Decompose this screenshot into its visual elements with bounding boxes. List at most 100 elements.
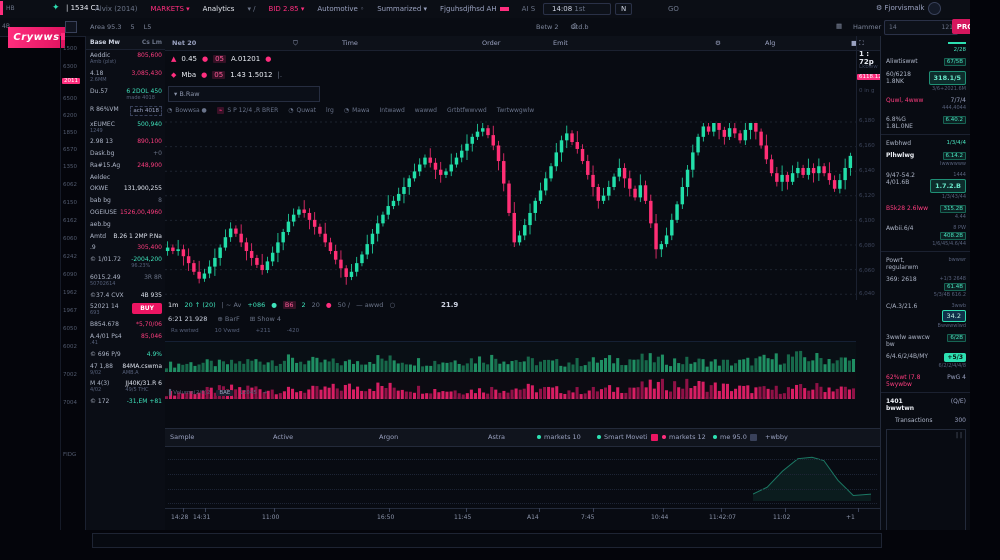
sidebar-row[interactable]: B5k28 2.6lww315.2B4.44 (881, 202, 971, 222)
indicator-tab-1[interactable]: 10 Vwwd (215, 328, 240, 334)
sidebar-row[interactable]: Transactions300 (881, 414, 971, 426)
toolbar2-left-0[interactable]: Area 95.3 (90, 23, 122, 31)
brand-logo[interactable]: Crywws (8, 27, 65, 48)
watchlist-row[interactable]: © 1/01.72-2004,20096.23% (86, 254, 166, 272)
menu-item-2[interactable]: Analytics (203, 5, 235, 13)
watchlist-row[interactable]: aeb.bg (86, 218, 166, 230)
chart-view-option-0[interactable]: ⊕ BarF (217, 315, 239, 323)
menu-item-6[interactable]: Summarized ▾ (377, 5, 427, 13)
account-menu[interactable]: ⚙ Fjorvismalk (876, 4, 925, 12)
watchlist-row[interactable]: Ra#15.Ag248,900 (86, 159, 166, 171)
indicator-tab-3[interactable]: -420 (287, 328, 299, 334)
watchlist-row[interactable]: 4.182.6MM3,085,430 (86, 68, 166, 86)
chart-tool-5[interactable]: Intwawd (380, 107, 405, 114)
buy-button[interactable]: BUY (132, 303, 162, 314)
n-button[interactable]: N (615, 3, 632, 15)
sidebar-row[interactable]: 9/47-54.2 4/01.6B14441.7.2.B1/3/43/44 (881, 169, 971, 202)
watchlist-row[interactable]: 47 1,889/0284MA.cswmaAMB.A (86, 360, 166, 378)
watchlist-row[interactable]: xEUMEC1249500,940 (86, 118, 166, 136)
menu-item-1[interactable]: MARKETS ▾ (150, 5, 189, 13)
time-axis[interactable]: 14:2814:3111:0016:5011:45A147:4510:4411:… (165, 508, 880, 528)
positions-col-3[interactable]: Astra (488, 433, 505, 441)
sidebar-row[interactable]: Powrt, regularwmbwwwr (881, 254, 971, 273)
watchlist-row[interactable]: OKWE131,900,255 (86, 183, 166, 195)
positions-col-6[interactable]: markets 12 (662, 433, 706, 441)
watchlist-row[interactable]: B854.678*5,70/06 (86, 319, 166, 331)
sidebar-row[interactable]: 1401 bwwtwn(Q/E) (881, 395, 971, 414)
chart-tool-6[interactable]: wawwd (415, 107, 437, 114)
positions-col-7[interactable]: me 95.0 (713, 433, 757, 441)
save-disk-icon[interactable]: ⎙ (572, 22, 577, 31)
sidebar-row[interactable]: Plhwlwg6.14.2Iwwwwww (881, 149, 971, 169)
sidebar-row[interactable]: C/A.3/21.63wwb34.2Bwwwwlwd (881, 300, 971, 331)
chart-view-option-1[interactable]: ⊞ Show 4 (250, 315, 281, 323)
sidebar-value[interactable]: 34.2 (942, 310, 966, 322)
positions-col-0[interactable]: Sample (170, 433, 194, 441)
grid-icon[interactable]: ▦ (836, 22, 842, 30)
sidebar-row[interactable]: 60/6218 1.8NK318.1/53/6+2021.6M (881, 68, 971, 94)
menu-item-5[interactable]: Automotive ◦ (317, 5, 364, 13)
watchlist-row[interactable]: OGEIUSE1526,00,4960 (86, 207, 166, 219)
watchlist-row[interactable]: R 86%VMach 4018 (86, 103, 166, 118)
watchlist-row[interactable]: 2.98 13890,100 (86, 136, 166, 148)
chart-header-col-0[interactable]: ⛉ (293, 39, 298, 48)
sidebar-row[interactable]: 6/4.6/2/4B/MY+5/36/2/2/4/4/8 (881, 350, 971, 371)
chart-header-col-1[interactable]: Time (342, 39, 358, 47)
chart-header-col-5[interactable]: Alg (765, 39, 775, 47)
chart-tool-4[interactable]: ◔Mawa (344, 107, 370, 114)
watchlist-row[interactable]: AmtdB.26 1 2MP P.Na (86, 230, 166, 242)
watchlist-row[interactable]: Aeldec (86, 171, 166, 183)
chart-tool-1[interactable]: ⌁S P 12/4 ,R BRER (217, 107, 278, 114)
positions-col-2[interactable]: Argon (379, 433, 398, 441)
price-axis[interactable]: 1 : 72pLkbww6118.120 in g6,1806,1606,140… (856, 36, 881, 300)
time-box[interactable]: 14:08 1st (543, 3, 611, 15)
toolbar2-left-2[interactable]: L5 (144, 23, 152, 31)
sidebar-row[interactable]: 369: 2618+1/3 264861.4B5/3/4B 616.2 (881, 273, 971, 300)
watchlist-row[interactable]: Du.576 2DOL 450made 4018 (86, 86, 166, 104)
watchlist-header-right[interactable]: Cs Lm (142, 39, 162, 46)
chart-tool-8[interactable]: Twrtwwgwlw (497, 107, 535, 114)
positions-col-4[interactable]: markets 10 (537, 433, 581, 441)
watchlist-row[interactable]: 52021 14693BUY (86, 301, 166, 319)
watchlist-row[interactable]: M 4(3)4/02JJ40K/31.R 649/5 THC (86, 378, 166, 396)
sidebar-row[interactable]: Ewbhwd1/3/4/4 (881, 137, 971, 149)
watchlist-header-left[interactable]: Base Mw (90, 39, 120, 46)
chart-header-col-3[interactable]: Emit (553, 39, 568, 47)
sidebar-row[interactable]: Aliwtiswwt67/5B (881, 55, 971, 68)
watchlist-row[interactable]: © 696 P/94.9% (86, 348, 166, 360)
layout-square-icon[interactable] (65, 21, 77, 33)
sidebar-row[interactable]: 6.8%G 1.8L.0NE6.40.2 (881, 113, 971, 132)
watchlist-row[interactable]: bab bg8 (86, 195, 166, 207)
chart-tool-3[interactable]: lrg (326, 107, 334, 114)
toolbar2-left-1[interactable]: 5 (131, 23, 135, 31)
sidebar-row[interactable]: 2/28 (881, 44, 971, 55)
watchlist-row[interactable]: © 172-31,EM +81 (86, 396, 166, 408)
menu-item-8[interactable]: AI S (522, 5, 536, 13)
positions-col-5[interactable]: Smart Moveti (597, 433, 658, 441)
sidebar-row[interactable]: 62%wt (7.8 5wywbwPwG 4 (881, 371, 971, 390)
chart-tool-7[interactable]: Grtbtfwwvwd (447, 107, 487, 114)
sidebar-value[interactable]: 318.1/5 (929, 71, 966, 85)
series-style-dropdown[interactable]: ▾ B.Raw (168, 86, 320, 102)
sidebar-row[interactable]: 3wwlw awwcw bw6/2B (881, 331, 971, 350)
chart-tool-2[interactable]: ◔Quwat (288, 107, 316, 114)
menu-item-3[interactable]: ▾ / (247, 5, 255, 13)
toolbar2-mid-0[interactable]: Betw 2 (536, 23, 559, 31)
positions-col-1[interactable]: Active (273, 433, 293, 441)
watchlist-row[interactable]: A.4/01 Ps4.4185,046 (86, 331, 166, 349)
menu-item-4[interactable]: BID 2.85 ▾ (269, 5, 305, 13)
hammer-label[interactable]: Hammer (853, 23, 881, 31)
positions-col-8[interactable]: +wbby (765, 433, 788, 441)
go-label[interactable]: GO (668, 5, 679, 13)
indicator-tab-2[interactable]: +211 (256, 328, 271, 334)
menu-item-0[interactable]: Alvix (2014) (95, 5, 137, 13)
candlestick-chart[interactable] (165, 117, 856, 300)
chart-header-col-2[interactable]: Order (482, 39, 500, 47)
watchlist-row[interactable]: Dask.bg+0 (86, 148, 166, 160)
indicator-tab-0[interactable]: Rs wwtwd (171, 328, 199, 334)
menu-item-7[interactable]: Fjguhsdjfhsd AH (440, 5, 509, 13)
chart-tool-0[interactable]: ◔Bowwsa ● (167, 107, 207, 114)
watchlist-row[interactable]: AeddicAmb (plst)805,600 (86, 50, 166, 68)
watchlist-row[interactable]: .9305,400 (86, 242, 166, 254)
sidebar-row[interactable]: Quwl, 4www7/7/4444,4044 (881, 94, 971, 113)
